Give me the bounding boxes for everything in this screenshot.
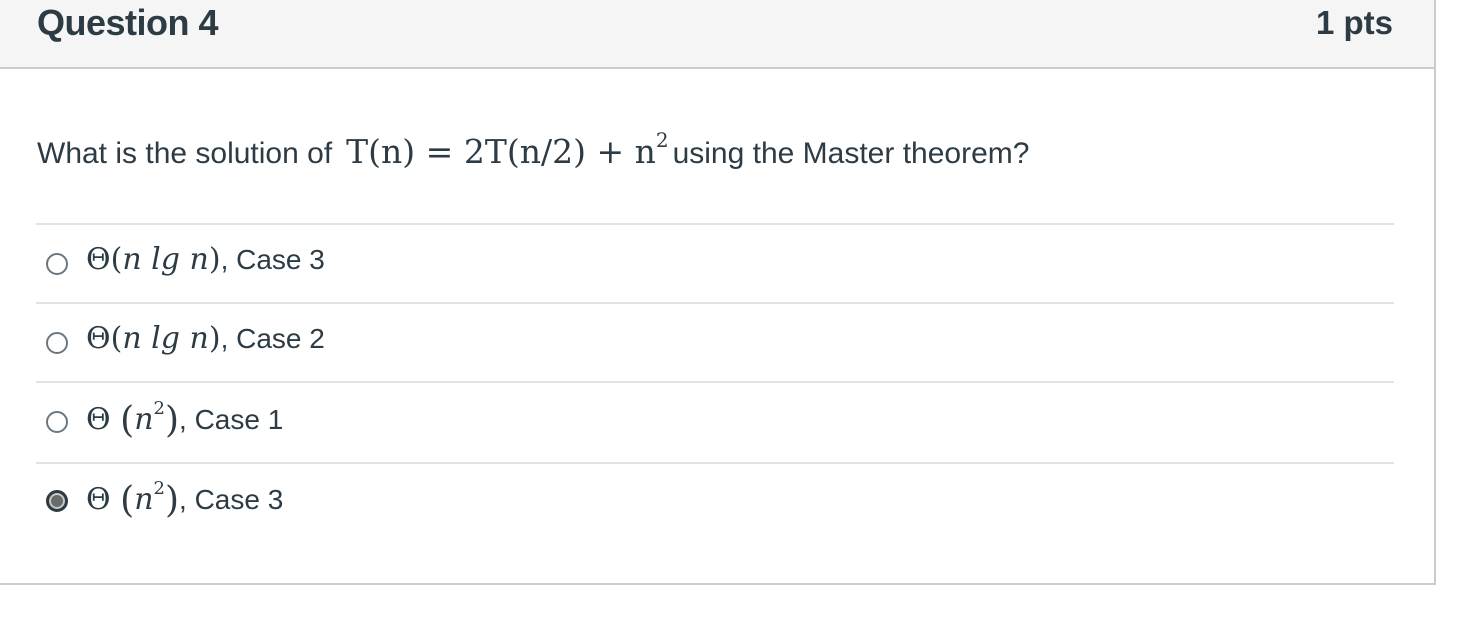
theta-symbol: Θ [86, 482, 111, 517]
theta-symbol: Θ [86, 242, 111, 277]
answer-label[interactable]: Θ (n2), Case 1 [86, 398, 284, 441]
question-prefix: What is the solution of [37, 137, 333, 170]
answer-list: Θ(n lg n), Case 3 Θ(n lg n), Case 2 Θ (n… [36, 223, 1394, 543]
answer-case: , Case 1 [179, 404, 284, 435]
formula-equals: = [425, 132, 454, 171]
answer-case: , Case 2 [220, 323, 325, 354]
open-paren: ( [120, 480, 135, 521]
question-formula: T(n) = 2T(n/2) + n2 [346, 128, 668, 171]
close-paren: ) [164, 400, 180, 441]
close-paren: ) [208, 242, 221, 277]
open-paren: ( [110, 242, 123, 277]
answer-label[interactable]: Θ(n lg n), Case 2 [86, 321, 325, 356]
radio-button[interactable] [46, 253, 68, 275]
question-header: Question 4 1 pts [0, 0, 1434, 69]
question-suffix: using the Master theorem? [672, 137, 1030, 170]
formula-exponent: 2 [655, 128, 669, 152]
answer-math: Θ(n lg n) [86, 242, 221, 277]
answer-exponent: 2 [153, 478, 165, 499]
answer-label[interactable]: Θ (n2), Case 3 [86, 478, 284, 521]
answer-label[interactable]: Θ(n lg n), Case 3 [86, 242, 325, 277]
answer-option-1[interactable]: Θ(n lg n), Case 3 [36, 223, 1394, 302]
answer-math: Θ(n lg n) [86, 321, 221, 356]
theta-symbol: Θ [86, 402, 111, 437]
quiz-question-card: Question 4 1 pts What is the solution of… [0, 0, 1436, 585]
answer-option-3[interactable]: Θ (n2), Case 1 [36, 381, 1394, 462]
question-text: What is the solution of T(n) = 2T(n/2) + … [37, 128, 1030, 171]
answer-option-4[interactable]: Θ (n2), Case 3 [36, 462, 1394, 543]
answer-case: , Case 3 [179, 484, 284, 515]
question-title: Question 4 [37, 2, 219, 43]
radio-button[interactable] [46, 411, 68, 433]
theta-symbol: Θ [86, 321, 111, 356]
answer-expression: n [134, 402, 154, 437]
answer-case: , Case 3 [220, 244, 325, 275]
answer-expression: n lg n [122, 242, 209, 277]
open-paren: ( [110, 321, 123, 356]
question-points: 1 pts [1315, 4, 1393, 41]
close-paren: ) [208, 321, 221, 356]
answer-expression: n lg n [122, 321, 209, 356]
answer-exponent: 2 [153, 398, 165, 419]
answer-option-2[interactable]: Θ(n lg n), Case 2 [36, 302, 1394, 381]
answer-math: Θ (n2) [86, 398, 179, 441]
formula-lhs: T(n) [346, 132, 416, 171]
formula-rhs: 2T(n/2) + n [463, 132, 656, 171]
answer-expression: n [134, 482, 154, 517]
radio-button-selected[interactable] [46, 490, 68, 512]
radio-button[interactable] [46, 332, 68, 354]
answer-math: Θ (n2) [86, 478, 179, 521]
close-paren: ) [164, 480, 180, 521]
open-paren: ( [120, 400, 135, 441]
